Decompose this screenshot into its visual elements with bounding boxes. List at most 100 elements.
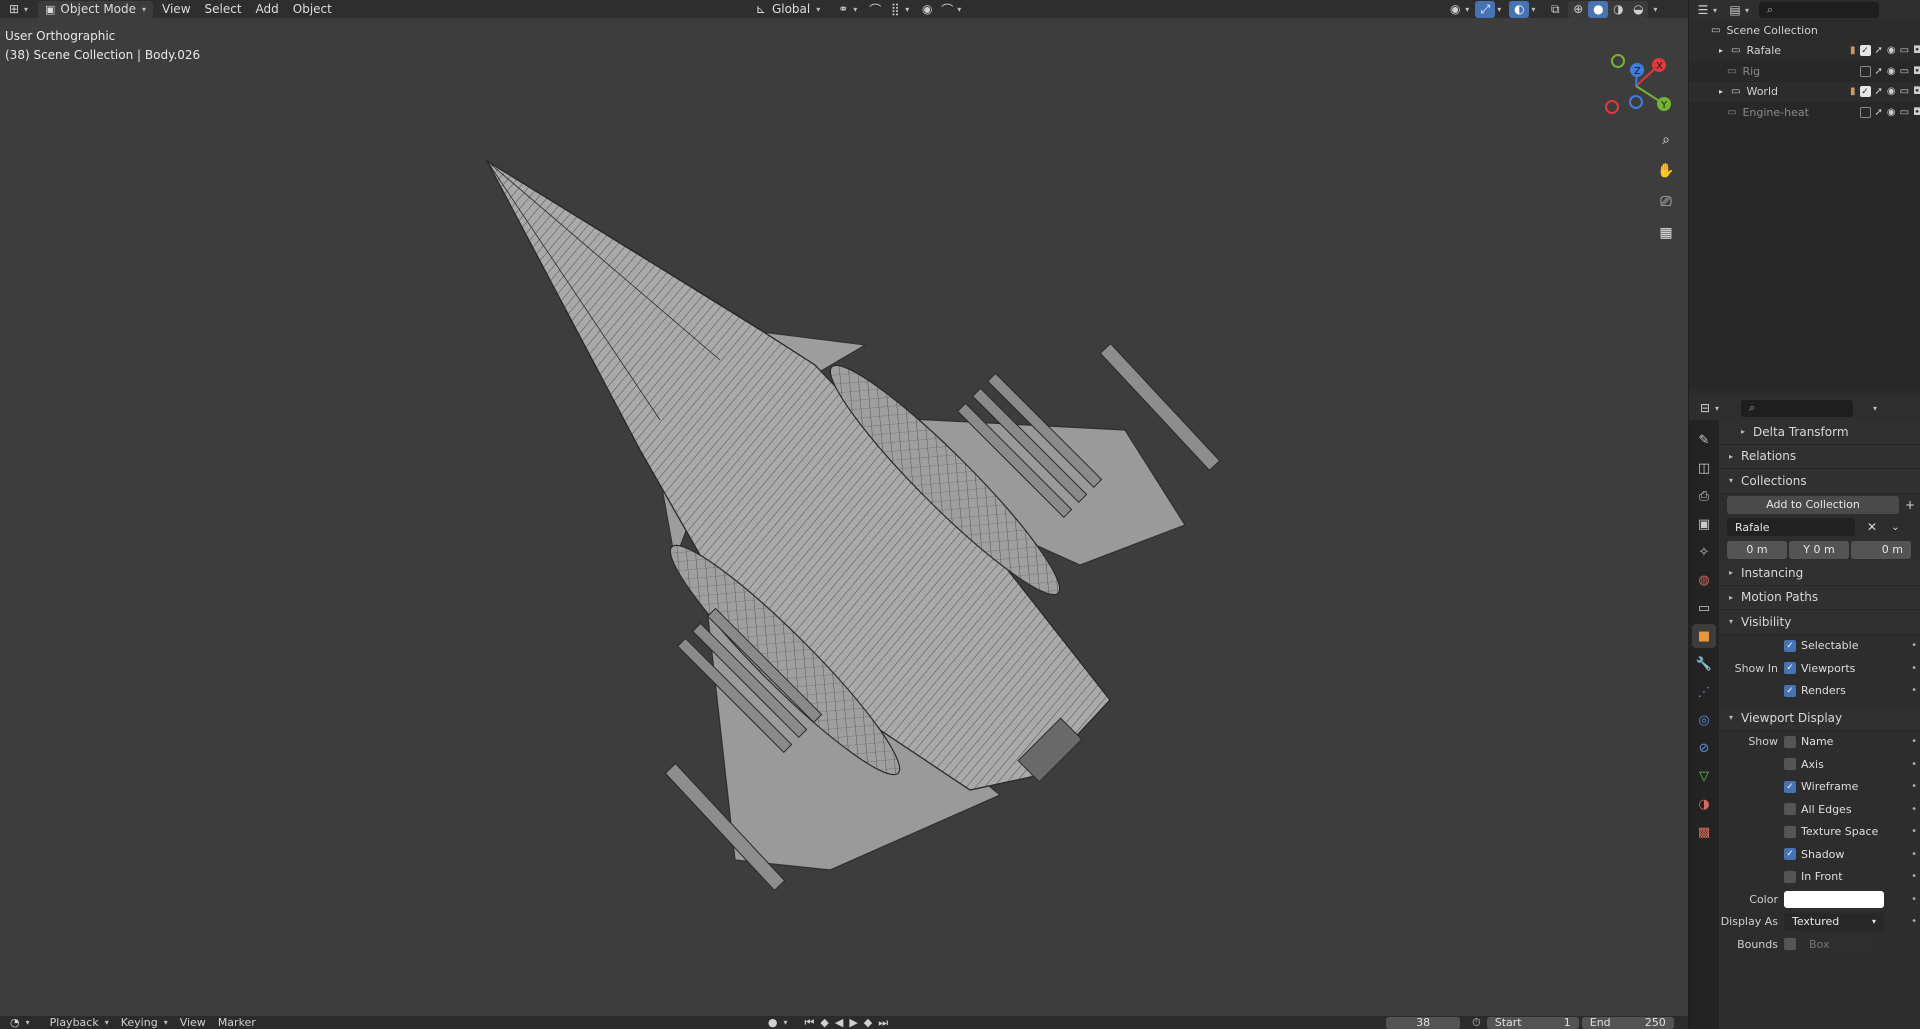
render-tab-icon[interactable]: ◫	[1692, 456, 1716, 480]
end-frame-field[interactable]: End 250	[1581, 1016, 1674, 1029]
display-name-row[interactable]: Show Name •	[1719, 731, 1920, 754]
exclude-checkbox[interactable]	[1859, 65, 1871, 77]
3d-viewport[interactable]: User Orthographic (38) Scene Collection …	[0, 18, 1688, 1016]
menu-object[interactable]: Object	[286, 1, 339, 18]
eye-icon[interactable]: ◉	[1887, 107, 1896, 118]
exclude-checkbox[interactable]: ✓	[1859, 45, 1871, 57]
viewports-checkbox[interactable]: ✓	[1784, 662, 1796, 675]
monitor-icon[interactable]: ▭	[1900, 66, 1909, 77]
modifier-tab-icon[interactable]: 🔧	[1692, 652, 1716, 676]
world-tab-icon[interactable]: ◍	[1692, 568, 1716, 592]
rendered-shading-icon[interactable]: ◒	[1628, 1, 1648, 18]
display-texture-space-row[interactable]: Texture Space •	[1719, 821, 1920, 844]
snap-grid-icon[interactable]: ⣿	[885, 1, 905, 18]
instancing-section[interactable]: ▸ Instancing	[1719, 561, 1920, 586]
selectable-checkbox[interactable]: ✓	[1784, 639, 1796, 652]
pivot-icon[interactable]: ⚭	[833, 1, 853, 18]
outliner-search-input[interactable]: ⌕	[1759, 2, 1880, 18]
keyframe-dot-icon[interactable]: •	[1911, 759, 1917, 770]
motion-paths-section[interactable]: ▸ Motion Paths	[1719, 585, 1920, 610]
name-checkbox[interactable]	[1784, 735, 1796, 748]
display-mode-icon[interactable]: ▤	[1725, 2, 1745, 19]
play-reverse-icon[interactable]: ◀	[832, 1016, 846, 1029]
clock-icon[interactable]: ◔	[4, 1016, 26, 1029]
aircraft-model[interactable]	[0, 18, 1688, 1016]
relations-section[interactable]: ▸ Relations	[1719, 444, 1920, 469]
display-axis-row[interactable]: Axis •	[1719, 753, 1920, 776]
xray-icon[interactable]: ⧉	[1545, 1, 1565, 18]
solid-shading-icon[interactable]: ●	[1588, 0, 1609, 18]
particles-tab-icon[interactable]: ⋰	[1692, 680, 1716, 704]
keyframe-dot-icon[interactable]: •	[1911, 804, 1917, 815]
data-tab-icon[interactable]: ▽	[1692, 764, 1716, 788]
keyframe-dot-icon[interactable]: •	[1911, 781, 1917, 792]
navigation-gizmo[interactable]: X Y Z	[1596, 40, 1676, 120]
constraints-tab-icon[interactable]: ⊘	[1692, 736, 1716, 760]
select-arrow-icon[interactable]: ➚	[1875, 107, 1883, 118]
physics-tab-icon[interactable]: ◎	[1692, 708, 1716, 732]
wireframe-shading-icon[interactable]: ⊕	[1568, 1, 1588, 18]
collection-name-field[interactable]: Rafale	[1727, 518, 1855, 537]
display-in-front-row[interactable]: In Front •	[1719, 866, 1920, 889]
keyframe-dot-icon[interactable]: •	[1911, 916, 1917, 927]
outliner-root[interactable]: ▭ Scene Collection	[1689, 20, 1920, 41]
camera-icon[interactable]: ◘	[1913, 107, 1920, 118]
camera-icon[interactable]: ◘	[1913, 45, 1920, 56]
bounds-dropdown[interactable]: Box	[1801, 935, 1879, 954]
exclude-checkbox[interactable]	[1859, 106, 1871, 118]
snap-icon[interactable]: ⌒	[865, 1, 885, 18]
monitor-icon[interactable]: ▭	[1900, 107, 1909, 118]
view-layer-tab-icon[interactable]: ▣	[1692, 512, 1716, 536]
keyframe-dot-icon[interactable]: •	[1911, 871, 1917, 882]
current-frame-field[interactable]: 38	[1386, 1016, 1461, 1029]
overlay-toggle-icon[interactable]: ◐	[1509, 0, 1530, 18]
outliner-item-rig[interactable]: ▭ Rig ➚ ◉ ▭ ◘	[1689, 61, 1920, 82]
gizmo-toggle-icon[interactable]: ⤢	[1475, 0, 1496, 18]
jump-end-icon[interactable]: ⏭	[875, 1016, 891, 1029]
keyframe-dot-icon[interactable]: •	[1911, 663, 1917, 674]
texture-tab-icon[interactable]: ▩	[1692, 820, 1716, 844]
camera-icon[interactable]: ◘	[1913, 86, 1920, 97]
keyframe-dot-icon[interactable]: •	[1911, 826, 1917, 837]
stopwatch-icon[interactable]: ⏱	[1466, 1016, 1487, 1029]
object-tab-icon[interactable]: ■	[1692, 624, 1716, 648]
keyframe-dot-icon[interactable]: •	[1911, 849, 1917, 860]
delta-transform-section[interactable]: ▸ Delta Transform	[1719, 420, 1920, 445]
tool-tab-icon[interactable]: ✎	[1692, 428, 1716, 452]
material-shading-icon[interactable]: ◑	[1608, 1, 1628, 18]
camera-icon[interactable]: ◘	[1913, 66, 1920, 77]
pan-hand-icon[interactable]: ✋	[1653, 158, 1679, 184]
keying-menu[interactable]: Keying ▾	[115, 1016, 174, 1029]
eye-icon[interactable]: ◉	[1887, 45, 1896, 56]
renders-checkbox[interactable]: ✓	[1784, 684, 1796, 697]
shadow-checkbox[interactable]: ✓	[1784, 848, 1796, 861]
falloff-icon[interactable]: ⌒	[937, 1, 957, 18]
properties-editor-icon[interactable]: ⊟	[1695, 400, 1715, 417]
eye-icon[interactable]: ◉	[1887, 66, 1896, 77]
properties-search-input[interactable]: ⌕	[1741, 399, 1854, 417]
color-swatch[interactable]	[1784, 890, 1884, 908]
add-plus-icon[interactable]: +	[1905, 498, 1915, 512]
expand-arrow-icon[interactable]: ▸	[1719, 87, 1723, 96]
jump-start-icon[interactable]: ⏮	[801, 1016, 817, 1029]
zoom-icon[interactable]: ⌕	[1653, 127, 1679, 153]
view-menu[interactable]: View	[174, 1016, 212, 1029]
monitor-icon[interactable]: ▭	[1900, 45, 1909, 56]
outliner-item-world[interactable]: ▸ ▭ World ▮ ✓ ➚ ◉ ▭ ◘	[1689, 81, 1920, 102]
select-arrow-icon[interactable]: ➚	[1875, 86, 1883, 97]
proportional-edit-icon[interactable]: ◉	[917, 1, 937, 18]
select-arrow-icon[interactable]: ➚	[1875, 66, 1883, 77]
play-icon[interactable]: ▶	[846, 1016, 860, 1029]
next-keyframe-icon[interactable]: ◆	[861, 1016, 875, 1029]
visibility-section[interactable]: ▾ Visibility	[1719, 610, 1920, 635]
add-to-collection-button[interactable]: Add to Collection	[1727, 495, 1899, 514]
collection-menu-chevron-icon[interactable]: ⌄	[1891, 522, 1899, 533]
expand-arrow-icon[interactable]: ▸	[1719, 46, 1723, 55]
collections-section[interactable]: ▾ Collections	[1719, 469, 1920, 494]
remove-x-icon[interactable]: ✕	[1867, 520, 1877, 534]
offset-x-field[interactable]: 0 m	[1727, 540, 1787, 559]
axis-checkbox[interactable]	[1784, 758, 1796, 771]
display-shadow-row[interactable]: ✓ Shadow •	[1719, 843, 1920, 866]
output-tab-icon[interactable]: ⎙	[1692, 484, 1716, 508]
playback-menu[interactable]: Playback ▾	[44, 1016, 115, 1029]
